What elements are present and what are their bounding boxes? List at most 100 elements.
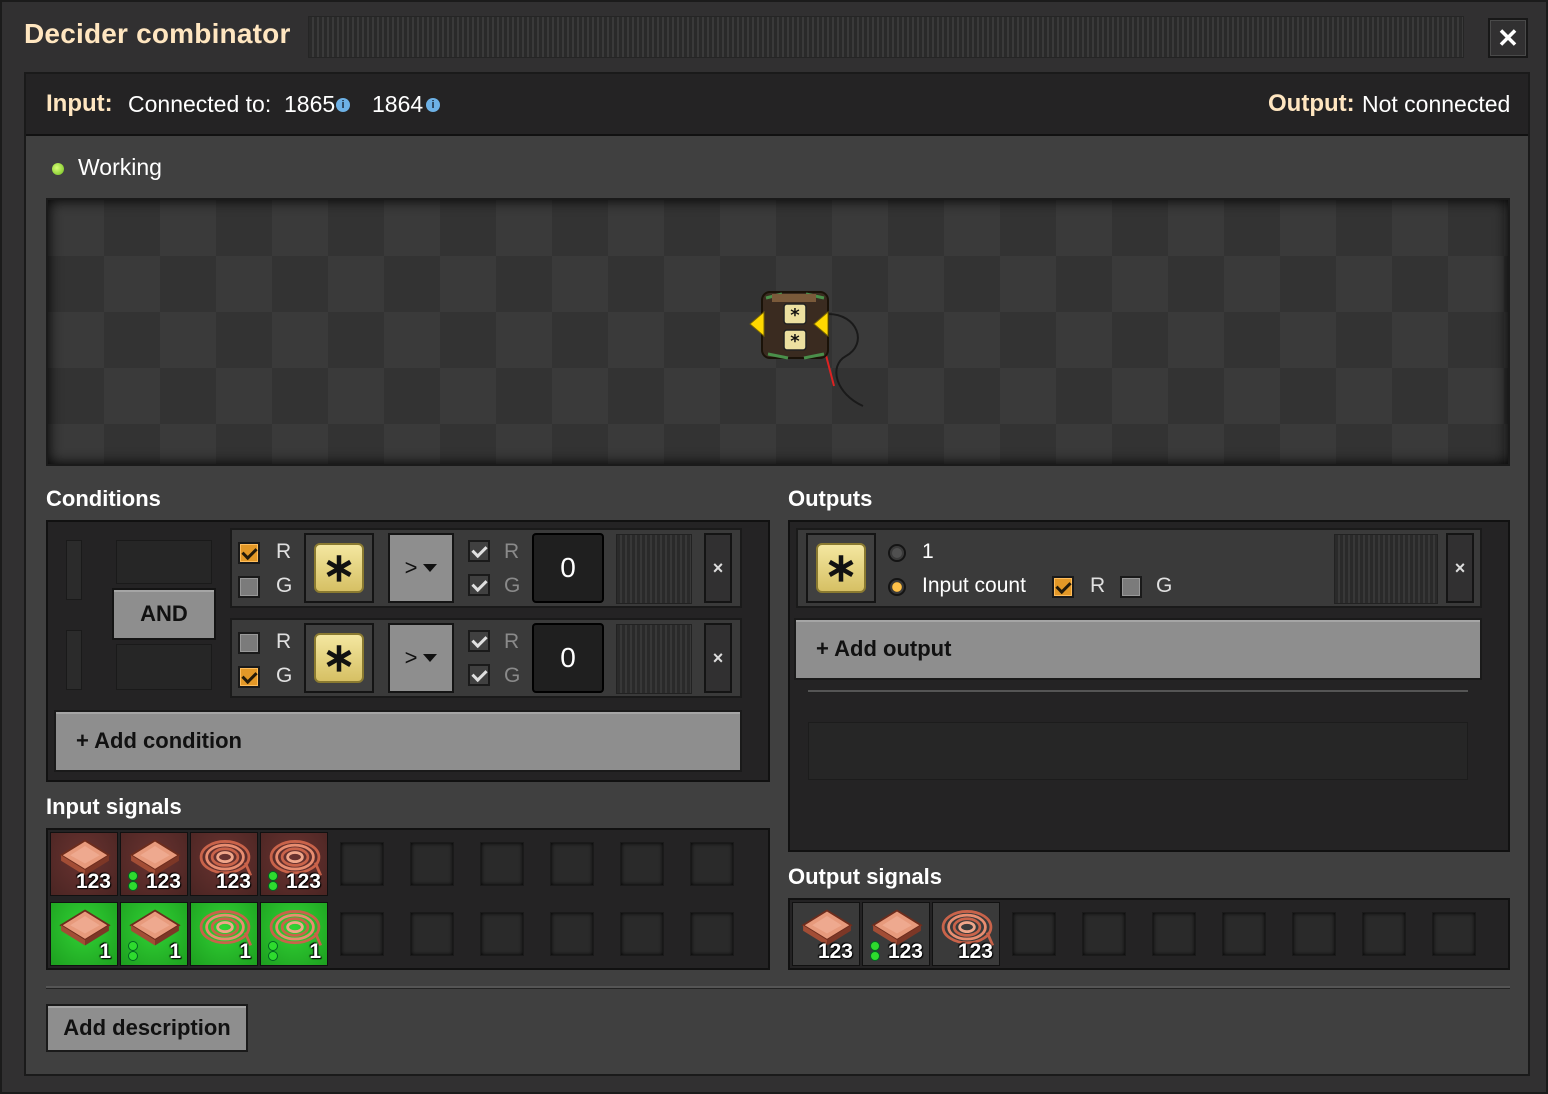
output-constant-radio[interactable] <box>888 544 906 562</box>
condition-left-red-checkbox[interactable] <box>238 542 260 564</box>
empty-signal-slot <box>1432 912 1476 956</box>
close-icon: ✕ <box>1497 22 1519 53</box>
input-signal-red[interactable]: 123 <box>120 832 188 896</box>
red-wire-label: R <box>1090 574 1106 597</box>
chain-link-icon <box>127 941 138 961</box>
condition-drag-handle[interactable] <box>616 624 692 694</box>
empty-signal-slot <box>690 912 734 956</box>
condition-signal-selector[interactable]: ∗ <box>304 623 374 693</box>
output-signal[interactable]: 123 <box>932 902 1000 966</box>
signal-count: 1 <box>239 940 251 963</box>
output-row: ∗ 1 Input count R G × <box>796 528 1482 608</box>
condition-right-green-checkbox[interactable] <box>468 664 490 686</box>
input-signal-green[interactable]: 1 <box>190 902 258 966</box>
connection-bar: Input: Connected to: 1865 i 1864 i Outpu… <box>26 74 1528 136</box>
condition-constant-field[interactable]: 0 <box>532 623 604 693</box>
condition-row: R G ∗ > R G 0 × <box>230 528 742 608</box>
input-signal-green[interactable]: 1 <box>260 902 328 966</box>
comparator-dropdown[interactable]: > <box>388 623 454 693</box>
condition-right-red-checkbox[interactable] <box>468 540 490 562</box>
red-wire-label: R <box>504 540 520 563</box>
empty-signal-slot <box>1362 912 1406 956</box>
logic-operator-button[interactable]: AND <box>112 588 216 640</box>
close-icon: × <box>712 557 724 578</box>
condition-left-green-checkbox[interactable] <box>238 576 260 598</box>
output-input-count-label: Input count <box>922 574 1026 597</box>
empty-signal-slot <box>1012 912 1056 956</box>
window-title: Decider combinator <box>24 18 291 49</box>
footer-divider <box>46 986 1510 988</box>
empty-signal-slot <box>480 842 524 886</box>
empty-signal-slot <box>690 842 734 886</box>
signal-count: 123 <box>215 870 251 893</box>
red-wire-label: R <box>276 540 292 563</box>
status-indicator: Working <box>52 154 162 181</box>
empty-signal-slot <box>620 842 664 886</box>
signal-count: 1 <box>169 940 181 963</box>
output-input-count-radio[interactable] <box>888 578 906 596</box>
empty-signal-slot <box>410 912 454 956</box>
remove-output-button[interactable]: × <box>1446 533 1474 603</box>
add-condition-button[interactable]: + Add condition <box>54 710 742 772</box>
empty-signal-slot <box>340 842 384 886</box>
chain-link-icon <box>127 871 138 891</box>
input-signal-red[interactable]: 123 <box>50 832 118 896</box>
output-signal[interactable]: 123 <box>862 902 930 966</box>
input-signal-red[interactable]: 123 <box>190 832 258 896</box>
red-wire-label: R <box>504 630 520 653</box>
add-description-label: Add description <box>63 1015 231 1040</box>
signal-everything-icon: ∗ <box>816 543 866 593</box>
red-wire-label: R <box>276 630 292 653</box>
condition-constant-field[interactable]: 0 <box>532 533 604 603</box>
output-red-checkbox[interactable] <box>1052 576 1074 598</box>
add-output-button[interactable]: + Add output <box>794 618 1482 680</box>
comparator-dropdown[interactable]: > <box>388 533 454 603</box>
empty-signal-slot <box>1222 912 1266 956</box>
green-wire-label: G <box>504 664 521 687</box>
svg-text:*: * <box>790 305 800 326</box>
input-label: Input: <box>46 90 113 117</box>
outputs-empty-slot <box>808 722 1468 780</box>
empty-signal-slot <box>340 912 384 956</box>
green-wire-label: G <box>504 574 521 597</box>
condition-right-green-checkbox[interactable] <box>468 574 490 596</box>
comparator-value: > <box>404 555 418 580</box>
entity-preview[interactable]: * * <box>46 198 1510 466</box>
condition-drag-handle[interactable] <box>616 534 692 604</box>
red-network-id: 1865 <box>284 91 336 117</box>
main-content: Input: Connected to: 1865 i 1864 i Outpu… <box>24 72 1530 1076</box>
output-signals-title: Output signals <box>788 864 942 889</box>
title-drag-handle[interactable] <box>308 16 1464 58</box>
signal-count: 123 <box>285 870 321 893</box>
red-network-info-icon[interactable]: i <box>336 98 350 112</box>
condition-signal-selector[interactable]: ∗ <box>304 533 374 603</box>
input-signal-green[interactable]: 1 <box>120 902 188 966</box>
remove-condition-button[interactable]: × <box>704 533 732 603</box>
outputs-title: Outputs <box>788 486 873 511</box>
output-drag-handle[interactable] <box>1334 534 1438 604</box>
output-signal-selector[interactable]: ∗ <box>806 533 876 603</box>
status-dot-icon <box>52 162 64 175</box>
green-network-id: 1864 <box>372 91 424 117</box>
output-signal[interactable]: 123 <box>792 902 860 966</box>
output-green-checkbox[interactable] <box>1120 576 1142 598</box>
input-signal-red[interactable]: 123 <box>260 832 328 896</box>
input-signal-green[interactable]: 1 <box>50 902 118 966</box>
empty-signal-slot <box>1152 912 1196 956</box>
remove-condition-button[interactable]: × <box>704 623 732 693</box>
condition-right-red-checkbox[interactable] <box>468 630 490 652</box>
output-signals-panel: 123 123 123 <box>788 898 1510 970</box>
empty-signal-slot <box>1082 912 1126 956</box>
green-network-info-icon[interactable]: i <box>426 98 440 112</box>
empty-signal-slot <box>480 912 524 956</box>
condition-left-red-checkbox[interactable] <box>238 632 260 654</box>
empty-signal-slot <box>550 912 594 956</box>
condition-left-green-checkbox[interactable] <box>238 666 260 688</box>
close-button[interactable]: ✕ <box>1488 18 1528 58</box>
add-description-button[interactable]: Add description <box>46 1004 248 1052</box>
green-wire-label: G <box>276 664 293 687</box>
output-connection-status: Not connected <box>1362 91 1511 117</box>
signal-everything-icon: ∗ <box>314 543 364 593</box>
signal-count: 123 <box>145 870 181 893</box>
condition-bracket-bottom <box>116 644 212 690</box>
